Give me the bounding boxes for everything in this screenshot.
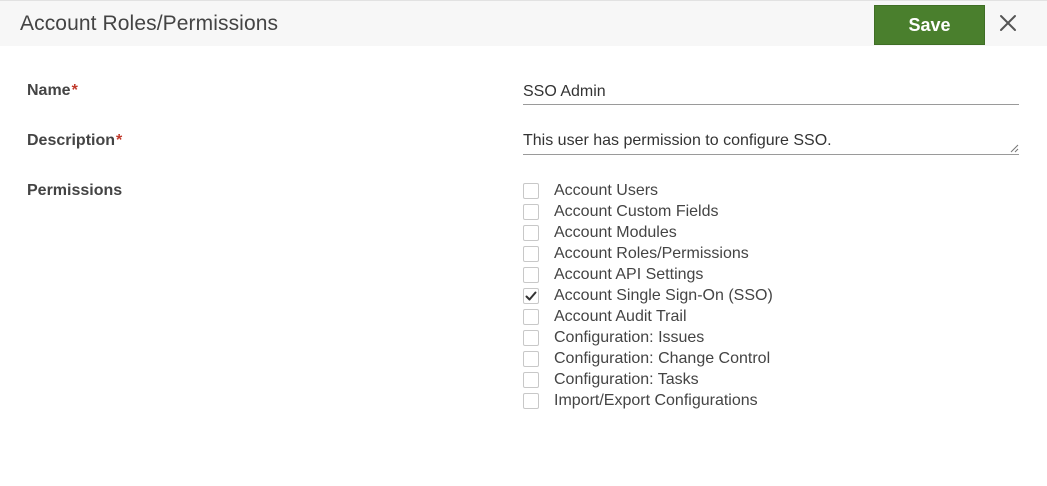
permission-item[interactable]: Configuration: Change Control	[523, 348, 923, 369]
name-field[interactable]	[523, 79, 1019, 105]
permission-checkbox[interactable]	[523, 371, 539, 388]
save-button[interactable]: Save	[874, 5, 985, 45]
permission-item[interactable]: Account Single Sign-On (SSO)	[523, 285, 923, 306]
checkmark-icon	[525, 291, 537, 300]
resize-handle-icon[interactable]	[1009, 143, 1019, 153]
permission-label: Configuration: Issues	[554, 328, 705, 346]
permission-checkbox[interactable]	[523, 308, 539, 325]
permission-item[interactable]: Account Roles/Permissions	[523, 243, 923, 264]
permission-label: Account API Settings	[554, 265, 704, 283]
permissions-label-text: Permissions	[27, 182, 123, 199]
permission-label: Account Users	[554, 181, 659, 199]
description-field-wrapper: This user has permission to configure SS…	[523, 129, 1019, 155]
permission-checkbox[interactable]	[523, 224, 539, 241]
permission-item[interactable]: Configuration: Issues	[523, 327, 923, 348]
permission-checkbox[interactable]	[523, 182, 539, 199]
permissions-label: Permissions	[27, 182, 122, 200]
permission-item[interactable]: Account Custom Fields	[523, 201, 923, 222]
permissions-list: Account Users Account Custom Fields Accoun…	[523, 180, 923, 411]
description-field[interactable]: This user has permission to configure SS…	[523, 129, 1019, 154]
close-button[interactable]	[996, 11, 1020, 35]
dialog-header: Account Roles/Permissions Save	[0, 0, 1047, 46]
permission-label: Account Roles/Permissions	[554, 244, 749, 262]
description-label: Description*	[27, 132, 122, 150]
permission-checkbox[interactable]	[523, 245, 539, 262]
description-label-text: Description	[27, 132, 116, 149]
name-required-mark: *	[71, 82, 78, 99]
permission-checkbox[interactable]	[523, 266, 539, 283]
permission-checkbox[interactable]	[523, 329, 539, 346]
permission-item[interactable]: Account API Settings	[523, 264, 923, 285]
name-label-text: Name	[27, 82, 71, 99]
permission-label: Account Single Sign-On (SSO)	[554, 286, 773, 304]
permission-item[interactable]: Account Users	[523, 180, 923, 201]
description-required-mark: *	[116, 132, 123, 149]
permission-label: Import/Export Configurations	[554, 391, 758, 409]
permission-checkbox[interactable]	[523, 287, 539, 304]
permission-label: Account Modules	[554, 223, 677, 241]
permission-item[interactable]: Account Modules	[523, 222, 923, 243]
permission-label: Configuration: Tasks	[554, 370, 699, 388]
permission-checkbox[interactable]	[523, 350, 539, 367]
permission-item[interactable]: Account Audit Trail	[523, 306, 923, 327]
close-icon	[1000, 15, 1016, 31]
permission-item[interactable]: Import/Export Configurations	[523, 390, 923, 411]
permission-checkbox[interactable]	[523, 392, 539, 409]
permission-label: Configuration: Change Control	[554, 349, 771, 367]
permission-item[interactable]: Configuration: Tasks	[523, 369, 923, 390]
permission-checkbox[interactable]	[523, 203, 539, 220]
name-label: Name*	[27, 82, 78, 100]
permission-label: Account Custom Fields	[554, 202, 719, 220]
dialog-title: Account Roles/Permissions	[20, 12, 279, 35]
permission-label: Account Audit Trail	[554, 307, 687, 325]
